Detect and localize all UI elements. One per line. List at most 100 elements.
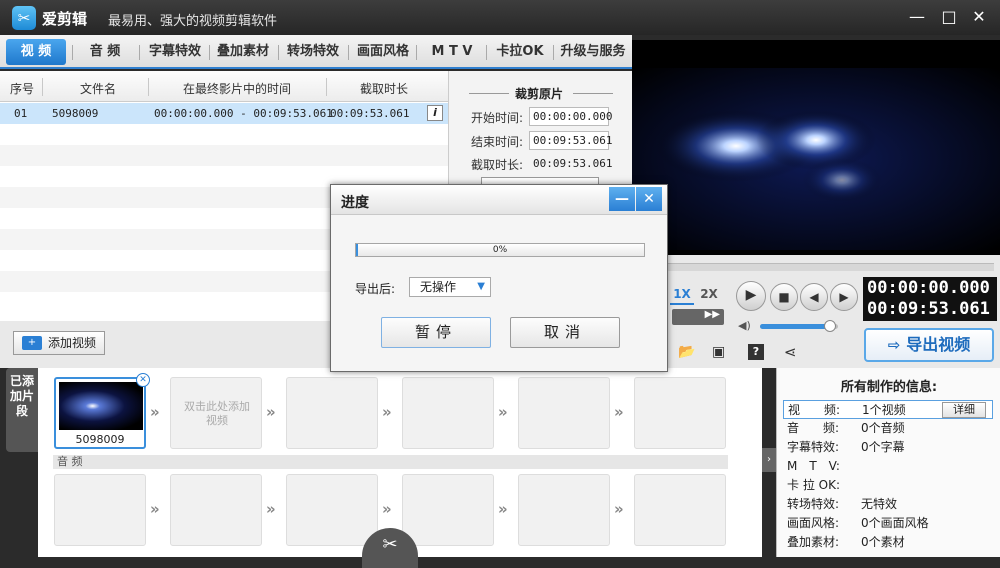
after-export-label: 导出后: (355, 282, 396, 296)
add-video-button[interactable]: + 添加视频 (13, 331, 105, 355)
tab-divider (486, 45, 487, 60)
info-key: M T V: (787, 459, 840, 473)
tab-mtv[interactable]: M T V (422, 39, 482, 65)
film-add-icon: + (22, 336, 42, 350)
previous-frame-button[interactable]: ◀ (800, 283, 828, 311)
dialog-title: 进度 (341, 195, 369, 211)
progress-dialog: 进度 — ✕ 0% 导出后: 无操作 ▼ 暂停 取消 (330, 184, 668, 372)
arrow-icon: » (614, 500, 624, 518)
info-key: 字幕特效: (787, 440, 840, 454)
clip-thumbnail[interactable]: 5098009 ✕ (54, 373, 150, 449)
info-key: 转场特效: (787, 497, 840, 511)
dialog-title-bar[interactable]: 进度 — ✕ (331, 185, 667, 215)
share-icon[interactable]: ⋖ (784, 343, 797, 361)
info-icon[interactable]: i (427, 105, 443, 121)
help-icon[interactable]: ? (748, 344, 764, 360)
minimize-icon[interactable]: — (906, 6, 928, 28)
table-row-empty (0, 145, 448, 166)
tab-divider (553, 45, 554, 60)
audio-slot-empty[interactable] (286, 474, 378, 546)
arrow-icon: » (150, 403, 160, 421)
clip-slot-empty[interactable]: 双击此处添加视频 (170, 377, 262, 449)
stop-button[interactable]: ■ (770, 283, 798, 311)
start-time-field[interactable]: 00:00:00.000 (529, 107, 612, 126)
table-row[interactable]: 01 5098009 00:00:00.000 - 00:09:53.061 0… (0, 103, 448, 124)
project-info-panel: 所有制作的信息: 视 频: 1个视频 详细 音 频: 0个音频 字幕特效: 0个字幕… (776, 368, 1000, 557)
tab-audio[interactable]: 音 频 (78, 39, 132, 65)
arrow-icon: » (266, 500, 276, 518)
end-time-field[interactable]: 00:09:53.061 (529, 131, 612, 150)
volume-slider[interactable] (760, 320, 838, 332)
timecode-display: 00:00:00.000 00:09:53.061 (863, 277, 997, 321)
tab-transition-effects[interactable]: 转场特效 (282, 39, 344, 65)
audio-slot-empty[interactable] (634, 474, 726, 546)
cancel-button[interactable]: 取消 (510, 317, 620, 348)
tab-karaoke[interactable]: 卡拉OK (490, 39, 550, 65)
dialog-minimize-icon[interactable]: — (609, 187, 635, 211)
info-row-video: 视 频: 1个视频 详细 (783, 400, 993, 419)
maximize-icon[interactable]: □ (938, 6, 960, 28)
column-divider (326, 78, 327, 96)
start-time-label: 开始时间: (471, 111, 524, 125)
playback-seek-bar[interactable] (668, 263, 994, 271)
audio-slot-empty[interactable] (54, 474, 146, 546)
info-key: 画面风格: (787, 516, 840, 530)
tab-upgrade-service[interactable]: 升级与服务 (556, 39, 630, 65)
tab-divider (139, 45, 140, 60)
export-video-button[interactable]: ⇨ 导出视频 (864, 328, 994, 362)
col-header-time-in-movie[interactable]: 在最终影片中的时间 (183, 80, 291, 97)
table-row-empty (0, 124, 448, 145)
clip-slot-empty[interactable] (402, 377, 494, 449)
arrow-icon: » (382, 500, 392, 518)
tab-subtitle-effects[interactable]: 字幕特效 (144, 39, 206, 65)
current-time: 00:00:00.000 (867, 278, 990, 298)
after-export-value: 无操作 (420, 280, 457, 294)
speed-1x-button[interactable]: 1X (670, 283, 694, 305)
added-clips-tab[interactable]: 已添加片段 (6, 368, 38, 452)
volume-fill (760, 324, 831, 329)
audio-slot-empty[interactable] (518, 474, 610, 546)
after-export-select[interactable]: 无操作 ▼ (409, 277, 491, 297)
info-row-transitions: 转场特效: 无特效 (783, 495, 993, 514)
col-header-index[interactable]: 序号 (10, 80, 34, 97)
divider (469, 93, 509, 94)
expand-arrow-icon[interactable]: › (762, 448, 776, 472)
close-icon[interactable]: ✕ (968, 6, 990, 28)
volume-knob[interactable] (824, 320, 837, 332)
audio-slot-empty[interactable] (402, 474, 494, 546)
divider (573, 93, 613, 94)
remove-clip-icon[interactable]: ✕ (136, 373, 150, 387)
detail-button[interactable]: 详细 (942, 402, 986, 418)
clip-slot-empty[interactable] (634, 377, 726, 449)
tab-picture-style[interactable]: 画面风格 (352, 39, 414, 65)
tab-overlay-material[interactable]: 叠加素材 (212, 39, 274, 65)
info-value: 0个素材 (861, 535, 905, 549)
save-icon[interactable]: ▣ (712, 344, 725, 360)
dialog-close-icon[interactable]: ✕ (636, 187, 662, 211)
info-value: 0个字幕 (861, 440, 905, 454)
clip-slot-empty[interactable] (286, 377, 378, 449)
pause-button[interactable]: 暂停 (381, 317, 491, 348)
volume-icon: ◀) (738, 319, 751, 332)
audio-slot-empty[interactable] (170, 474, 262, 546)
play-button[interactable]: ▶ (736, 281, 766, 311)
col-header-filename[interactable]: 文件名 (80, 80, 116, 97)
info-row-karaoke: 卡 拉 OK: (783, 476, 993, 495)
app-slogan: 最易用、强大的视频剪辑软件 (108, 14, 278, 29)
video-preview[interactable] (632, 40, 1000, 255)
tab-divider (209, 45, 210, 60)
speed-2x-button[interactable]: 2X (697, 283, 721, 305)
progress-text: 0% (492, 245, 508, 255)
info-row-overlay: 叠加素材: 0个素材 (783, 533, 993, 552)
clip-slot-empty[interactable] (518, 377, 610, 449)
open-folder-icon[interactable]: 📂 (678, 344, 695, 360)
tab-divider (348, 45, 349, 60)
total-time: 00:09:53.061 (867, 299, 990, 319)
end-time-label: 结束时间: (471, 135, 524, 149)
tab-video[interactable]: 视 频 (6, 39, 66, 65)
next-frame-button[interactable]: ▶ (830, 283, 858, 311)
duration-label: 截取时长: (471, 158, 524, 172)
frame-step-control[interactable]: ▶▶ (672, 309, 724, 325)
col-header-duration[interactable]: 截取时长 (360, 80, 408, 97)
duration-value: 00:09:53.061 (533, 157, 613, 170)
